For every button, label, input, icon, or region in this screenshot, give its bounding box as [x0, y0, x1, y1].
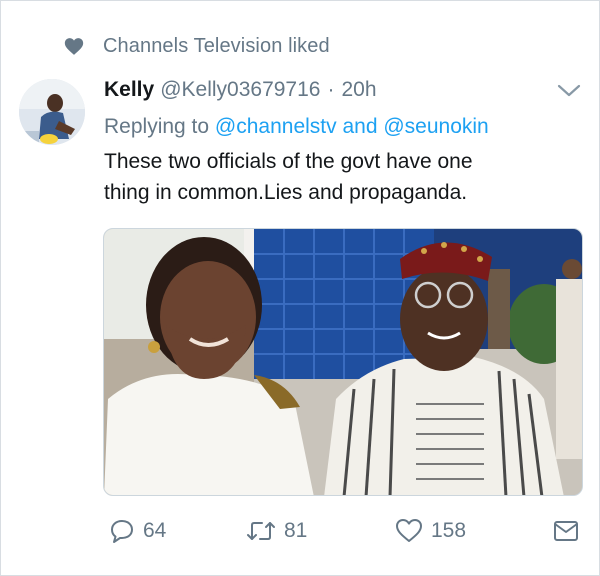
replying-to: Replying to @channelstv and @seunokin: [104, 115, 489, 139]
separator-dot: ·: [327, 78, 335, 101]
tweet-actions: 64 81 158: [103, 513, 583, 549]
tweet-media-photo[interactable]: [103, 228, 583, 496]
retweet-count: 81: [284, 519, 308, 542]
tweet-text-line: thing in common.Lies and propaganda.: [104, 181, 468, 204]
reply-icon: [109, 518, 135, 544]
mention-seunokin[interactable]: @seunokin: [383, 115, 488, 138]
mention-channelstv[interactable]: @channelstv: [215, 115, 337, 138]
avatar[interactable]: [19, 79, 85, 145]
user-handle[interactable]: @Kelly03679716: [160, 78, 320, 102]
social-context: Channels Television liked: [63, 31, 330, 61]
retweet-button[interactable]: 81: [246, 513, 307, 549]
timestamp[interactable]: 20h: [341, 78, 376, 102]
tweet-card: Channels Television liked Kelly @Kelly03…: [0, 0, 600, 576]
tweet-text: These two officials of the govt have one…: [104, 146, 574, 208]
reply-count: 64: [143, 519, 167, 542]
envelope-icon: [553, 519, 579, 543]
social-context-text: Channels Television liked: [103, 34, 330, 57]
display-name[interactable]: Kelly: [104, 78, 154, 102]
retweet-icon: [246, 519, 276, 543]
tweet-header: Kelly @Kelly03679716 · 20h: [104, 75, 377, 105]
reply-button[interactable]: 64: [109, 513, 166, 549]
tweet-text-line: These two officials of the govt have one: [104, 150, 473, 173]
replying-prefix: Replying to: [104, 115, 210, 138]
chevron-down-icon[interactable]: [555, 79, 583, 103]
heart-outline-icon: [395, 518, 423, 544]
direct-message-button[interactable]: [553, 513, 579, 549]
heart-icon: [63, 35, 85, 57]
mention-joiner: and: [342, 115, 378, 138]
like-count: 158: [431, 519, 467, 542]
like-button[interactable]: 158: [395, 513, 466, 549]
